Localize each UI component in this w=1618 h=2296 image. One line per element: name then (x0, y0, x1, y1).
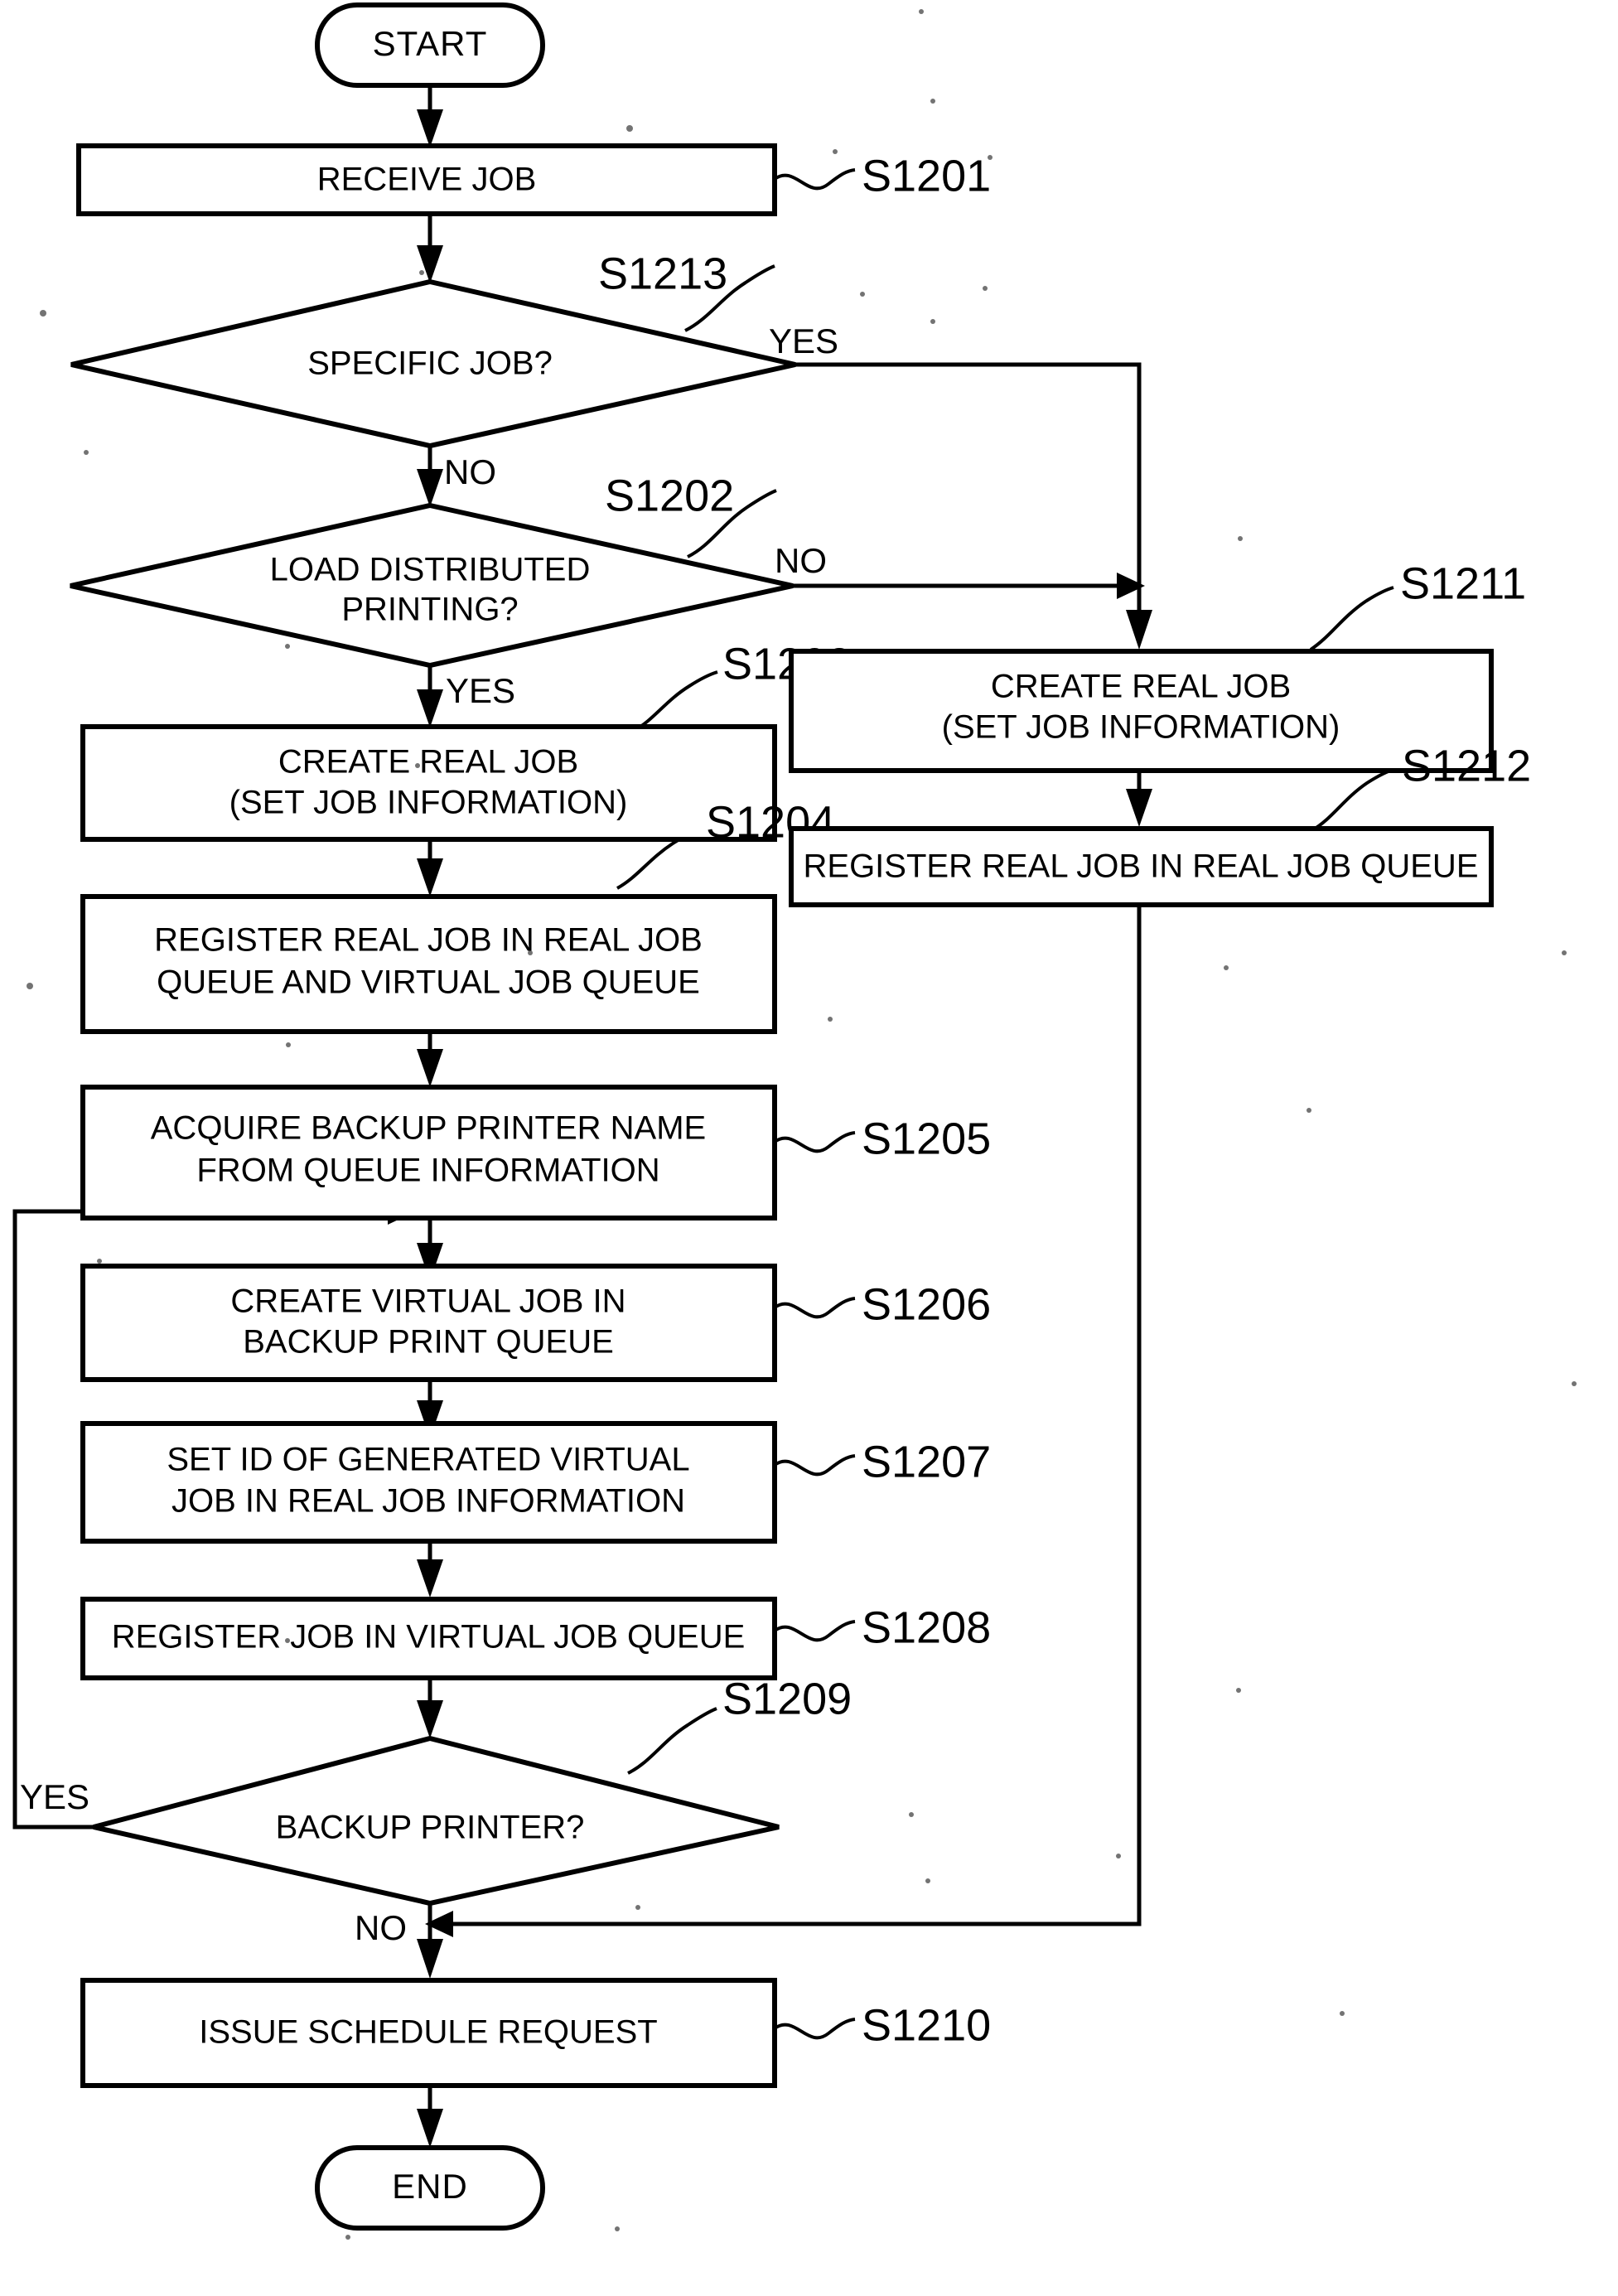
terminator-end-label: END (392, 2167, 468, 2206)
connector-s1204-to-s1205 (417, 1032, 443, 1087)
leader-s1209 (627, 1707, 717, 1775)
connector-s1203-to-s1204 (417, 839, 443, 897)
process-s1207-line-2: JOB IN REAL JOB INFORMATION (171, 1483, 685, 1520)
step-ref-s1201: S1201 (862, 151, 991, 201)
process-s1211-line-2: (SET JOB INFORMATION) (942, 709, 1340, 746)
step-ref-s1211: S1211 (1400, 558, 1526, 608)
connector-start-to-s1201 (417, 85, 443, 147)
process-s1204: REGISTER REAL JOB IN REAL JOB QUEUE AND … (80, 894, 777, 1034)
branch-label-s1209-no: NO (355, 1908, 407, 1947)
process-s1204-line-1: REGISTER REAL JOB IN REAL JOB (154, 922, 703, 959)
process-s1210-line-1: ISSUE SCHEDULE REQUEST (199, 2014, 657, 2051)
process-s1206: CREATE VIRTUAL JOB IN BACKUP PRINT QUEUE (80, 1264, 777, 1382)
connector-s1208-to-s1209 (417, 1678, 443, 1738)
connector-s1213-no-to-s1202 (417, 446, 443, 507)
process-s1206-line-1: CREATE VIRTUAL JOB IN (230, 1283, 625, 1320)
leader-s1203 (633, 670, 718, 732)
connector-s1202-no-to-right-rail (793, 573, 1145, 599)
decision-s1209-line-1: BACKUP PRINTER? (276, 1810, 585, 1846)
process-s1211: CREATE REAL JOB (SET JOB INFORMATION) (789, 649, 1494, 773)
decision-s1202-line-1: LOAD DISTRIBUTED (270, 552, 591, 588)
leader-s1205 (773, 1131, 856, 1153)
process-s1204-line-2: QUEUE AND VIRTUAL JOB QUEUE (157, 964, 700, 1001)
process-s1212: REGISTER REAL JOB IN REAL JOB QUEUE (789, 826, 1494, 907)
step-ref-s1207: S1207 (862, 1437, 991, 1486)
process-s1203: CREATE REAL JOB (SET JOB INFORMATION) (80, 724, 777, 842)
terminator-start: START (315, 2, 545, 88)
branch-label-s1209-yes: YES (20, 1777, 89, 1816)
connector-s1211-to-s1212 (1126, 771, 1152, 827)
process-s1208-line-1: REGISTER JOB IN VIRTUAL JOB QUEUE (112, 1619, 746, 1656)
process-s1201-line-1: RECEIVE JOB (317, 162, 537, 198)
step-ref-s1202: S1202 (605, 471, 734, 520)
leader-s1211 (1309, 586, 1394, 651)
step-ref-s1212: S1212 (1402, 741, 1531, 790)
branch-label-s1202-no: NO (775, 541, 827, 580)
decision-s1213-line-1: SPECIFIC JOB? (307, 346, 553, 382)
connector-s1202-yes-to-s1203 (417, 665, 443, 727)
process-s1206-line-2: BACKUP PRINT QUEUE (243, 1324, 614, 1361)
process-s1208: REGISTER JOB IN VIRTUAL JOB QUEUE (80, 1597, 777, 1680)
connector-s1207-to-s1208 (417, 1541, 443, 1598)
branch-label-s1202-yes: YES (446, 671, 515, 710)
terminator-end: END (315, 2145, 545, 2231)
step-ref-s1210: S1210 (862, 2000, 991, 2050)
process-s1203-line-1: CREATE REAL JOB (278, 744, 578, 781)
process-s1201: RECEIVE JOB (76, 143, 777, 216)
decision-s1202-line-2: PRINTING? (341, 592, 518, 628)
process-s1210: ISSUE SCHEDULE REQUEST (80, 1978, 777, 2088)
decision-s1213: SPECIFIC JOB? (70, 278, 796, 449)
process-s1203-line-2: (SET JOB INFORMATION) (229, 785, 628, 821)
process-s1205-line-2: FROM QUEUE INFORMATION (196, 1153, 659, 1189)
leader-s1206 (773, 1297, 856, 1319)
process-s1207: SET ID OF GENERATED VIRTUAL JOB IN REAL … (80, 1421, 777, 1544)
process-s1205: ACQUIRE BACKUP PRINTER NAME FROM QUEUE I… (80, 1085, 777, 1221)
branch-label-s1213-yes: YES (769, 321, 838, 360)
connector-s1209-no-to-s1210 (417, 1903, 443, 1979)
process-s1211-line-1: CREATE REAL JOB (991, 669, 1291, 705)
process-s1207-line-1: SET ID OF GENERATED VIRTUAL (167, 1442, 689, 1478)
connector-s1210-to-end (417, 2086, 443, 2148)
flowchart-svg: START RECEIVE JOB S1201 SPECIFIC JOB? S1… (12, 2, 1577, 2240)
process-s1212-line-1: REGISTER REAL JOB IN REAL JOB QUEUE (804, 848, 1479, 885)
branch-label-s1213-no: NO (444, 452, 496, 491)
connector-s1213-yes-to-s1211 (795, 362, 1152, 650)
process-s1205-line-1: ACQUIRE BACKUP PRINTER NAME (151, 1110, 707, 1147)
decision-s1209: BACKUP PRINTER? (93, 1735, 780, 1907)
step-ref-s1209: S1209 (722, 1674, 852, 1723)
leader-s1208 (773, 1620, 856, 1642)
terminator-start-label: START (373, 24, 488, 63)
step-ref-s1208: S1208 (862, 1602, 991, 1652)
step-ref-s1213: S1213 (598, 249, 727, 298)
leader-s1210 (773, 2018, 856, 2040)
step-ref-s1205: S1205 (862, 1114, 991, 1163)
decision-s1202: LOAD DISTRIBUTED PRINTING? (70, 502, 794, 669)
leader-s1201 (773, 168, 856, 191)
step-ref-s1206: S1206 (862, 1279, 991, 1329)
flowchart-canvas: START RECEIVE JOB S1201 SPECIFIC JOB? S1… (0, 0, 1618, 2296)
leader-s1207 (773, 1454, 856, 1477)
leader-s1212 (1311, 767, 1396, 832)
